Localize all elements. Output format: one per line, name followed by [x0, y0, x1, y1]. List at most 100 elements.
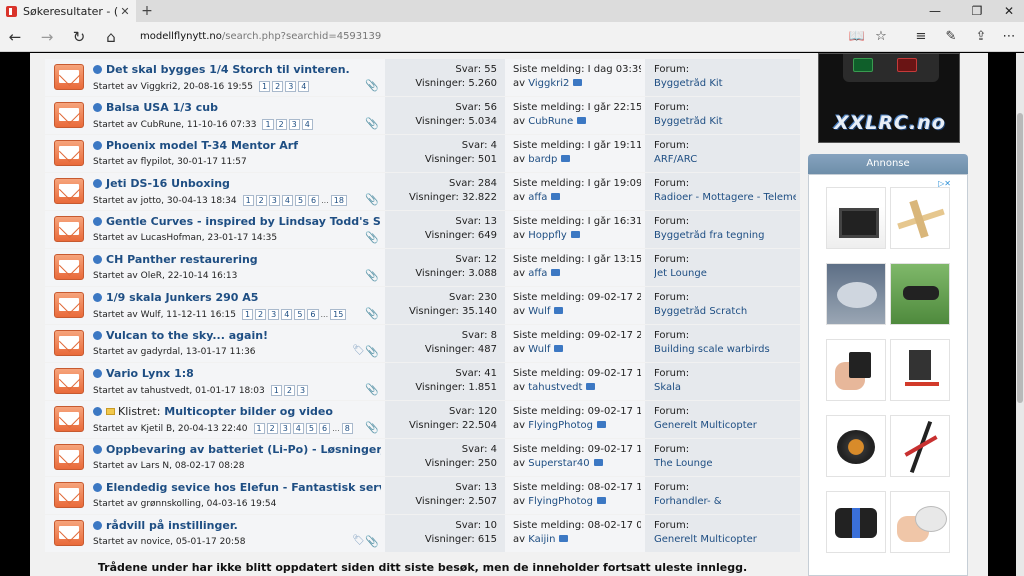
- last-post-user-link[interactable]: Kaijin: [528, 534, 555, 545]
- more-icon[interactable]: ⋯: [998, 26, 1020, 48]
- scrollbar-thumb[interactable]: [1017, 113, 1023, 403]
- home-button[interactable]: ⌂: [100, 26, 122, 48]
- new-tab-button[interactable]: +: [138, 0, 156, 22]
- page-link[interactable]: 1: [241, 309, 254, 320]
- page-link[interactable]: 4: [281, 195, 293, 206]
- thread-title-link[interactable]: Vulcan to the sky... again!: [106, 329, 268, 342]
- ad-thumb-airplane-kit[interactable]: [890, 187, 950, 249]
- forum-link[interactable]: Jet Lounge: [654, 268, 796, 279]
- page-link[interactable]: 1: [262, 119, 274, 130]
- thread-title-link[interactable]: Balsa USA 1/3 cub: [106, 101, 218, 114]
- maximize-button[interactable]: ❐: [962, 0, 992, 22]
- go-last-post-icon[interactable]: [593, 459, 603, 466]
- xxlrc-banner-ad[interactable]: XXLRC.no: [818, 53, 960, 143]
- go-first-unread-icon[interactable]: [93, 255, 102, 264]
- page-link[interactable]: 2: [275, 119, 287, 130]
- page-link[interactable]: 2: [266, 423, 278, 434]
- page-link[interactable]: 18: [330, 195, 347, 206]
- web-note-icon[interactable]: ✎: [940, 26, 962, 48]
- thread-title-link[interactable]: Gentle Curves - inspired by Lindsay Todd…: [106, 215, 381, 228]
- go-first-unread-icon[interactable]: [93, 331, 102, 340]
- page-link[interactable]: 5: [305, 423, 317, 434]
- page-link[interactable]: 2: [255, 309, 267, 320]
- ad-thumb-helicopter[interactable]: [890, 263, 950, 325]
- go-last-post-icon[interactable]: [586, 383, 596, 390]
- page-link[interactable]: 5: [294, 309, 306, 320]
- go-last-post-icon[interactable]: [554, 307, 564, 314]
- page-link[interactable]: 4: [292, 423, 304, 434]
- page-link[interactable]: 3: [279, 423, 291, 434]
- last-post-user-link[interactable]: FlyingPhotog: [528, 420, 593, 431]
- go-first-unread-icon[interactable]: [93, 103, 102, 112]
- ad-thumb-camera[interactable]: [890, 491, 950, 553]
- page-link[interactable]: 4: [298, 81, 310, 92]
- last-post-user-link[interactable]: Hoppfly: [528, 230, 567, 241]
- page-scrollbar[interactable]: [1016, 53, 1024, 576]
- page-link[interactable]: 3: [268, 309, 280, 320]
- forum-link[interactable]: Byggetråd fra tegning: [654, 230, 796, 241]
- forum-link[interactable]: Byggetråd Kit: [654, 78, 796, 89]
- go-last-post-icon[interactable]: [597, 497, 607, 504]
- close-window-button[interactable]: ✕: [994, 0, 1024, 22]
- last-post-user-link[interactable]: affa: [528, 268, 547, 279]
- page-link[interactable]: 2: [255, 195, 267, 206]
- forum-link[interactable]: Radioer - Mottagere - Telemetri -: [654, 192, 796, 203]
- thread-title-link[interactable]: 1/9 skala Junkers 290 A5: [106, 291, 258, 304]
- go-last-post-icon[interactable]: [577, 117, 587, 124]
- forum-link[interactable]: The Lounge: [654, 458, 796, 469]
- page-link[interactable]: 4: [281, 309, 293, 320]
- back-button[interactable]: ←: [4, 26, 26, 48]
- last-post-user-link[interactable]: Viggkri2: [528, 78, 569, 89]
- go-first-unread-icon[interactable]: [93, 217, 102, 226]
- last-post-user-link[interactable]: affa: [528, 192, 547, 203]
- address-bar[interactable]: modellflynytt.no/search.php?searchid=459…: [140, 28, 840, 46]
- page-link[interactable]: 6: [308, 195, 320, 206]
- go-first-unread-icon[interactable]: [93, 293, 102, 302]
- go-first-unread-icon[interactable]: [93, 521, 102, 530]
- go-first-unread-icon[interactable]: [93, 369, 102, 378]
- last-post-user-link[interactable]: bardp: [528, 154, 557, 165]
- browser-tab[interactable]: Søkeresultater - (MFN) I ✕: [0, 0, 136, 22]
- go-last-post-icon[interactable]: [561, 155, 571, 162]
- thread-title-link[interactable]: rådvill på instillinger.: [106, 519, 238, 532]
- go-first-unread-icon[interactable]: [93, 179, 102, 188]
- page-link[interactable]: 1: [270, 385, 282, 396]
- thread-title-link[interactable]: Det skal bygges 1/4 Storch til vinteren.: [106, 63, 350, 76]
- favorite-star-icon[interactable]: ☆: [870, 26, 892, 48]
- page-link[interactable]: 1: [253, 423, 265, 434]
- ad-thumb-monitor[interactable]: [826, 187, 886, 249]
- page-link[interactable]: 8: [341, 423, 353, 434]
- forward-button[interactable]: →: [36, 26, 58, 48]
- thread-title-link[interactable]: Jeti DS-16 Unboxing: [106, 177, 230, 190]
- last-post-user-link[interactable]: Wulf: [528, 344, 550, 355]
- go-last-post-icon[interactable]: [554, 345, 564, 352]
- forum-link[interactable]: Building scale warbirds: [654, 344, 796, 355]
- go-last-post-icon[interactable]: [573, 79, 583, 86]
- page-link[interactable]: 3: [268, 195, 280, 206]
- page-link[interactable]: 3: [296, 385, 309, 396]
- go-first-unread-icon[interactable]: [93, 141, 102, 150]
- last-post-user-link[interactable]: Superstar40: [528, 458, 589, 469]
- hub-icon[interactable]: ≡: [910, 26, 932, 48]
- forum-link[interactable]: ARF/ARC: [654, 154, 796, 165]
- thread-title-link[interactable]: Multicopter bilder og video: [164, 405, 333, 418]
- forum-link[interactable]: Forhandler- &: [654, 496, 796, 507]
- go-first-unread-icon[interactable]: [93, 483, 102, 492]
- page-link[interactable]: 3: [288, 119, 300, 130]
- page-link[interactable]: 2: [283, 385, 295, 396]
- refresh-button[interactable]: ↻: [68, 26, 90, 48]
- thread-title-link[interactable]: Phoenix model T-34 Mentor Arf: [106, 139, 298, 152]
- ad-thumb-battery-pack[interactable]: [826, 339, 886, 401]
- go-last-post-icon[interactable]: [570, 231, 580, 238]
- tab-close-icon[interactable]: ✕: [118, 5, 132, 18]
- go-first-unread-icon[interactable]: [93, 407, 102, 416]
- page-link[interactable]: 6: [307, 309, 319, 320]
- forum-link[interactable]: Byggetråd Kit: [654, 116, 796, 127]
- share-icon[interactable]: ⇪: [970, 26, 992, 48]
- forum-link[interactable]: Generelt Multicopter: [654, 534, 796, 545]
- minimize-button[interactable]: —: [920, 0, 950, 22]
- ad-thumb-propeller[interactable]: [890, 415, 950, 477]
- last-post-user-link[interactable]: FlyingPhotog: [528, 496, 593, 507]
- page-link[interactable]: 1: [242, 195, 254, 206]
- ad-thumb-glider[interactable]: [826, 263, 886, 325]
